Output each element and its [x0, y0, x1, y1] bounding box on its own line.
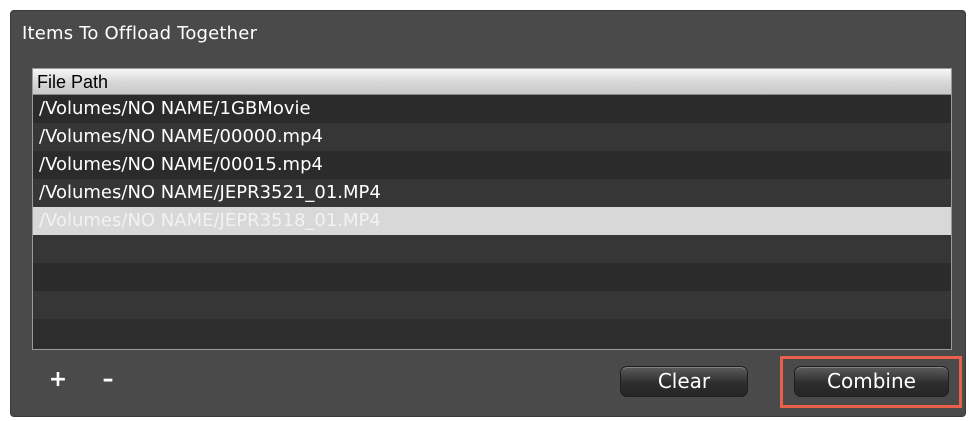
- column-header-file-path[interactable]: File Path: [33, 69, 951, 95]
- remove-item-button[interactable]: –: [96, 368, 120, 392]
- table-row[interactable]: /Volumes/NO NAME/JEPR3521_01.MP4: [33, 179, 951, 207]
- panel-title: Items To Offload Together: [22, 23, 258, 44]
- table-row[interactable]: /Volumes/NO NAME/00015.mp4: [33, 151, 951, 179]
- empty-row: [33, 235, 951, 263]
- table-row-selected[interactable]: /Volumes/NO NAME/JEPR3518_01.MP4: [33, 207, 951, 235]
- add-item-button[interactable]: +: [46, 368, 70, 392]
- empty-row: [33, 291, 951, 319]
- file-path-table[interactable]: File Path /Volumes/NO NAME/1GBMovie /Vol…: [32, 68, 952, 350]
- table-row[interactable]: /Volumes/NO NAME/00000.mp4: [33, 123, 951, 151]
- empty-row: [33, 263, 951, 291]
- combine-highlight-box: [780, 356, 962, 408]
- table-rows: /Volumes/NO NAME/1GBMovie /Volumes/NO NA…: [33, 95, 951, 319]
- table-row[interactable]: /Volumes/NO NAME/1GBMovie: [33, 95, 951, 123]
- clear-button[interactable]: Clear: [620, 366, 748, 397]
